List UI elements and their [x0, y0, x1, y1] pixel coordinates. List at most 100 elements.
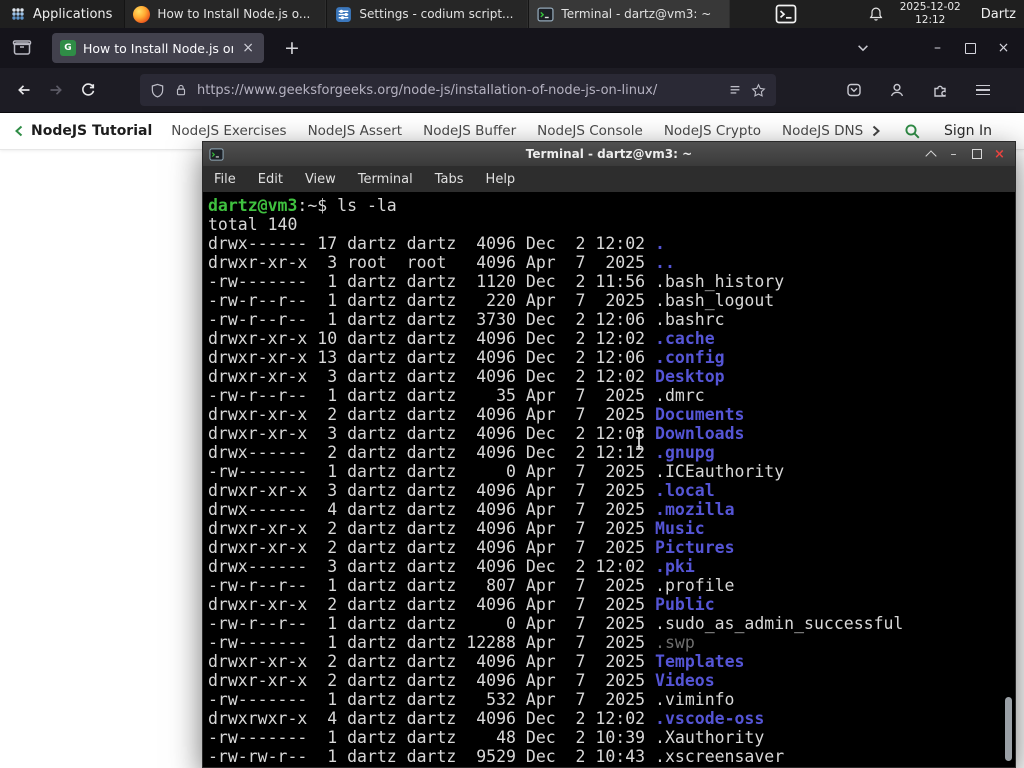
taskbar-button-browser[interactable]: How to Install Node.js o... [124, 0, 327, 28]
tracking-protection-shield-icon[interactable] [150, 83, 165, 98]
extensions-puzzle-icon[interactable] [924, 74, 956, 106]
terminal-line: -rw-r--r-- 1 dartz dartz 807 Apr 7 2025 … [208, 576, 735, 595]
back-icon[interactable] [8, 74, 40, 106]
maximize-button[interactable] [954, 28, 987, 68]
terminal-lines: dartz@vm3:~$ ls -la total 140 drwx------ 1… [208, 196, 1015, 766]
site-nav-item[interactable]: NodeJS Console [537, 123, 643, 139]
geeksforgeeks-favicon: G [60, 40, 76, 56]
terminal-line: drwx------ 2 dartz dartz 4096 Dec 2 12:1… [208, 443, 715, 462]
applications-menu[interactable]: Applications [0, 0, 122, 28]
site-nav-item[interactable]: NodeJS Buffer [423, 123, 516, 139]
terminal-close-button[interactable]: × [988, 142, 1011, 166]
window-controls: – × [921, 28, 1020, 68]
close-button[interactable]: × [987, 28, 1020, 68]
account-icon[interactable] [881, 74, 913, 106]
terminal-line: -rw------- 1 dartz dartz 48 Dec 2 10:39 … [208, 728, 765, 747]
user-menu[interactable]: Dartz [981, 7, 1016, 22]
tab-close-icon[interactable]: × [240, 39, 256, 57]
terminal-line: -rw-r--r-- 1 dartz dartz 3730 Dec 2 12:0… [208, 310, 725, 329]
lock-icon[interactable] [174, 83, 188, 97]
terminal-title: Terminal - dartz@vm3: ~ [525, 147, 693, 161]
tab-title: How to Install Node.js on [83, 40, 234, 56]
terminal-line: drwxr-xr-x 3 root root 4096 Apr 7 2025 .… [208, 253, 675, 272]
terminal-icon [537, 6, 554, 23]
minimize-button[interactable]: – [921, 28, 954, 68]
url-bar[interactable]: https://www.geeksforgeeks.org/node-js/in… [140, 74, 776, 106]
terminal-menu-edit[interactable]: Edit [247, 172, 294, 187]
browser-tab[interactable]: G How to Install Node.js on × [52, 33, 264, 63]
chevron-up-icon [924, 149, 937, 162]
text-cursor-ibeam [633, 429, 645, 451]
site-nav-back[interactable]: NodeJS Tutorial [14, 123, 152, 139]
site-nav-item[interactable]: NodeJS Exercises [171, 123, 286, 139]
desktop: Applications How to Install Node.js o...… [0, 0, 1024, 768]
chevron-left-icon [15, 125, 23, 137]
firefox-view-icon[interactable] [12, 38, 32, 58]
terminal-menu-terminal[interactable]: Terminal [347, 172, 424, 187]
reader-view-icon[interactable] [728, 83, 742, 97]
taskbar-button-settings[interactable]: Settings - codium script... [326, 0, 529, 28]
terminal-line: total 140 [208, 215, 298, 234]
site-nav-back-label: NodeJS Tutorial [31, 123, 153, 139]
terminal-output[interactable]: dartz@vm3:~$ ls -la total 140 drwx------ 1… [203, 192, 1015, 767]
terminal-menu-help[interactable]: Help [475, 172, 527, 187]
terminal-menubar: File Edit View Terminal Tabs Help [203, 166, 1015, 193]
chevron-right-icon[interactable] [871, 125, 881, 137]
terminal-titlebar[interactable]: Terminal - dartz@vm3: ~ – × [203, 142, 1015, 166]
terminal-menu-file[interactable]: File [203, 172, 247, 187]
sign-in-button[interactable]: Sign In [944, 123, 992, 139]
terminal-line: drwxr-xr-x 2 dartz dartz 4096 Apr 7 2025… [208, 595, 715, 614]
menu-hamburger-icon[interactable] [967, 74, 999, 106]
firefox-icon [133, 5, 151, 23]
maximize-icon [965, 42, 976, 54]
terminal-menu-tabs[interactable]: Tabs [424, 172, 475, 187]
terminal-line: drwxr-xr-x 10 dartz dartz 4096 Dec 2 12:… [208, 329, 715, 348]
terminal-line: drwxr-xr-x 2 dartz dartz 4096 Apr 7 2025… [208, 538, 735, 557]
applications-label: Applications [33, 6, 113, 22]
terminal-line: -rw------- 1 dartz dartz 532 Apr 7 2025 … [208, 690, 735, 709]
search-icon[interactable] [904, 123, 921, 140]
terminal-line: drwxr-xr-x 2 dartz dartz 4096 Apr 7 2025… [208, 652, 745, 671]
applications-icon [10, 6, 26, 22]
forward-icon[interactable] [40, 74, 72, 106]
clock-date: 2025-12-02 [899, 0, 961, 13]
new-tab-button[interactable]: + [278, 37, 306, 60]
terminal-minimize-button[interactable]: – [942, 142, 965, 166]
terminal-line: dartz@vm3:~$ ls -la [208, 196, 397, 215]
taskbar-button-label: How to Install Node.js o... [157, 7, 311, 21]
terminal-line: drwxr-xr-x 2 dartz dartz 4096 Apr 7 2025… [208, 519, 705, 538]
terminal-maximize-button[interactable] [965, 142, 988, 166]
shade-button[interactable] [919, 142, 942, 166]
system-tray [774, 2, 798, 26]
site-nav-item[interactable]: NodeJS Assert [308, 123, 403, 139]
list-all-tabs-icon[interactable] [852, 37, 874, 59]
taskbar-button-terminal[interactable]: Terminal - dartz@vm3: ~ [528, 0, 731, 28]
taskbar: How to Install Node.js o... Settings - c… [124, 0, 731, 28]
tab-strip: G How to Install Node.js on × + – × [0, 28, 1024, 68]
terminal-line: -rw-r--r-- 1 dartz dartz 220 Apr 7 2025 … [208, 291, 775, 310]
site-nav-item[interactable]: NodeJS DNS [782, 123, 863, 139]
terminal-window-controls: – × [919, 142, 1011, 166]
url-text[interactable]: https://www.geeksforgeeks.org/node-js/in… [197, 83, 719, 98]
terminal-window: Terminal - dartz@vm3: ~ – × File Edit View… [202, 141, 1016, 768]
notifications-bell-icon[interactable] [868, 6, 884, 22]
terminal-line: drwxr-xr-x 3 dartz dartz 4096 Dec 2 12:0… [208, 424, 745, 443]
clock[interactable]: 2025-12-02 12:12 [900, 1, 961, 27]
tray-terminal-icon[interactable] [774, 2, 798, 26]
taskbar-button-label: Terminal - dartz@vm3: ~ [561, 7, 712, 21]
terminal-line: -rw-r--r-- 1 dartz dartz 35 Apr 7 2025 .… [208, 386, 705, 405]
terminal-line: -rw------- 1 dartz dartz 0 Apr 7 2025 .I… [208, 462, 785, 481]
terminal-menu-view[interactable]: View [294, 172, 347, 187]
reload-icon[interactable] [72, 74, 104, 106]
terminal-line: drwx------ 3 dartz dartz 4096 Dec 2 12:0… [208, 557, 695, 576]
bookmark-star-icon[interactable] [751, 82, 766, 98]
site-nav-item[interactable]: NodeJS Crypto [664, 123, 761, 139]
terminal-line: drwx------ 4 dartz dartz 4096 Apr 7 2025… [208, 500, 735, 519]
pocket-icon[interactable] [838, 74, 870, 106]
terminal-line: drwxrwxr-x 4 dartz dartz 4096 Dec 2 12:0… [208, 709, 765, 728]
toolbar-right-icons [838, 74, 999, 106]
terminal-line: drwxr-xr-x 3 dartz dartz 4096 Dec 2 12:0… [208, 367, 725, 386]
terminal-line: -rw-r--r-- 1 dartz dartz 0 Apr 7 2025 .s… [208, 614, 904, 633]
terminal-scrollbar-thumb[interactable] [1005, 697, 1012, 761]
terminal-line: -rw-rw-r-- 1 dartz dartz 9529 Dec 2 10:4… [208, 747, 785, 766]
